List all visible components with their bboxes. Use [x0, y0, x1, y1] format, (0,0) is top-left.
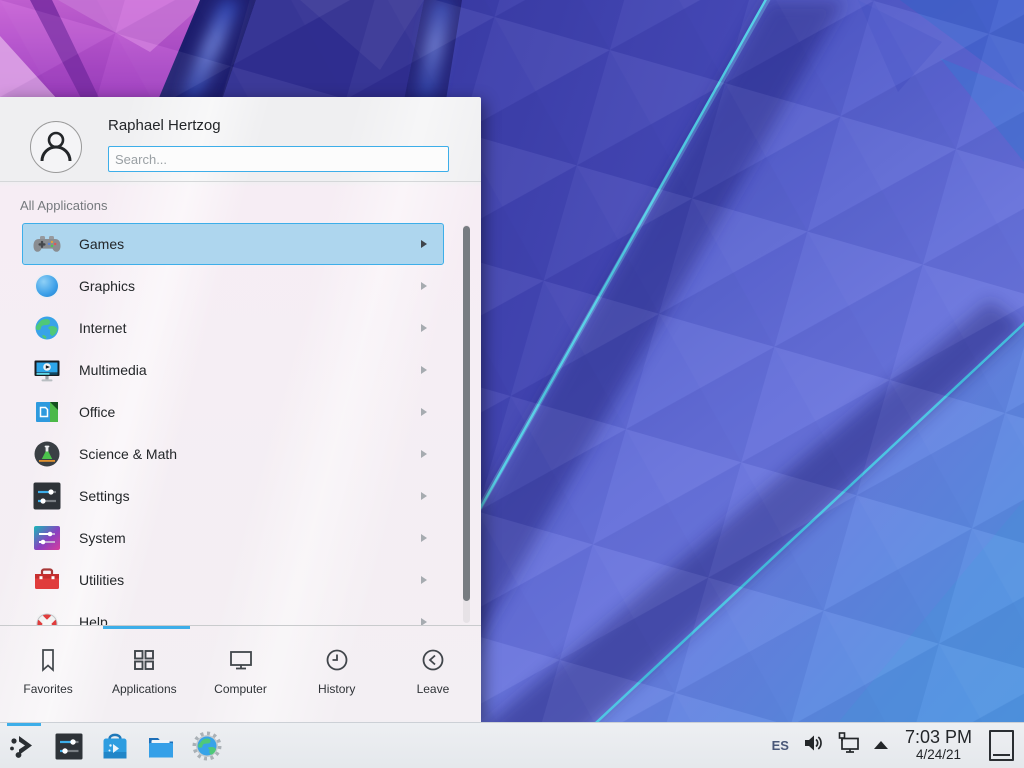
menu-item-multimedia[interactable]: Multimedia — [22, 349, 444, 391]
search-input[interactable] — [108, 146, 449, 172]
menu-item-settings[interactable]: Settings — [22, 475, 444, 517]
applications-icon — [130, 646, 158, 674]
menu-item-label: Settings — [79, 488, 130, 504]
taskbar-launchers — [0, 730, 223, 762]
discover-button[interactable] — [99, 730, 131, 762]
settings-icon — [31, 480, 63, 512]
clock-date: 4/24/21 — [905, 748, 972, 763]
utilities-icon — [31, 564, 63, 596]
tab-label: Computer — [214, 682, 267, 696]
submenu-arrow-icon — [421, 576, 427, 584]
tab-label: Favorites — [23, 682, 72, 696]
menu-item-help[interactable]: Help — [22, 601, 444, 625]
menu-item-label: Utilities — [79, 572, 124, 588]
desktop: Raphael Hertzog All Applications Games — [0, 0, 1024, 768]
graphics-icon — [31, 270, 63, 302]
games-icon — [31, 228, 63, 260]
menu-item-internet[interactable]: Internet — [22, 307, 444, 349]
expand-tray-icon[interactable] — [874, 741, 888, 749]
menu-item-games[interactable]: Games — [22, 223, 444, 265]
application-launcher-button[interactable] — [7, 730, 39, 762]
digital-clock[interactable]: 7:03 PM 4/24/21 — [905, 728, 972, 762]
launcher-open-indicator — [7, 723, 41, 726]
launcher-header: Raphael Hertzog — [0, 97, 481, 182]
application-launcher-popup: Raphael Hertzog All Applications Games — [0, 97, 481, 722]
tab-label: History — [318, 682, 355, 696]
tab-favorites[interactable]: Favorites — [0, 626, 96, 724]
file-manager-button[interactable] — [145, 730, 177, 762]
tab-applications[interactable]: Applications — [96, 626, 192, 724]
menu-item-label: Science & Math — [79, 446, 177, 462]
submenu-arrow-icon — [421, 408, 427, 416]
web-browser-button[interactable] — [191, 730, 223, 762]
user-avatar[interactable] — [30, 121, 82, 173]
favorites-icon — [34, 646, 62, 674]
menu-item-label: System — [79, 530, 126, 546]
menu-item-science-math[interactable]: Science & Math — [22, 433, 444, 475]
menu-item-utilities[interactable]: Utilities — [22, 559, 444, 601]
menu-item-system[interactable]: System — [22, 517, 444, 559]
section-label: All Applications — [0, 182, 481, 223]
submenu-arrow-icon — [421, 324, 427, 332]
internet-icon — [31, 312, 63, 344]
menu-item-label: Help — [79, 614, 108, 625]
show-desktop-button[interactable] — [989, 730, 1014, 761]
history-icon — [323, 646, 351, 674]
submenu-arrow-icon — [421, 240, 427, 248]
menu-item-label: Office — [79, 404, 115, 420]
scrollbar[interactable] — [463, 225, 470, 623]
submenu-arrow-icon — [421, 450, 427, 458]
tab-leave[interactable]: Leave — [385, 626, 481, 724]
keyboard-layout-indicator[interactable]: ES — [772, 738, 789, 753]
menu-item-graphics[interactable]: Graphics — [22, 265, 444, 307]
menu-item-office[interactable]: Office — [22, 391, 444, 433]
submenu-arrow-icon — [421, 618, 427, 625]
application-category-list: Games Graphics Internet — [0, 223, 481, 625]
menu-item-label: Graphics — [79, 278, 135, 294]
tab-history[interactable]: History — [289, 626, 385, 724]
system-icon — [31, 522, 63, 554]
help-icon — [31, 606, 63, 625]
taskbar-panel: ES 7:03 PM 4/24/21 — [0, 722, 1024, 768]
volume-icon[interactable] — [802, 732, 824, 759]
leave-icon — [419, 646, 447, 674]
office-icon — [31, 396, 63, 428]
submenu-arrow-icon — [421, 282, 427, 290]
user-name: Raphael Hertzog — [108, 117, 221, 134]
tab-computer[interactable]: Computer — [192, 626, 288, 724]
computer-icon — [227, 646, 255, 674]
menu-item-label: Internet — [79, 320, 126, 336]
science-icon — [31, 438, 63, 470]
submenu-arrow-icon — [421, 534, 427, 542]
launcher-tab-bar: Favorites Applications Computer — [0, 625, 481, 724]
menu-item-label: Games — [79, 236, 124, 252]
system-settings-button[interactable] — [53, 730, 85, 762]
scrollbar-thumb[interactable] — [463, 226, 470, 601]
clock-time: 7:03 PM — [905, 728, 972, 747]
system-tray: ES 7:03 PM 4/24/21 — [772, 728, 1024, 762]
multimedia-icon — [31, 354, 63, 386]
submenu-arrow-icon — [421, 366, 427, 374]
submenu-arrow-icon — [421, 492, 427, 500]
menu-item-label: Multimedia — [79, 362, 147, 378]
tab-label: Leave — [417, 682, 450, 696]
network-icon[interactable] — [837, 731, 861, 760]
active-tab-indicator — [103, 626, 190, 629]
tab-label: Applications — [112, 682, 177, 696]
